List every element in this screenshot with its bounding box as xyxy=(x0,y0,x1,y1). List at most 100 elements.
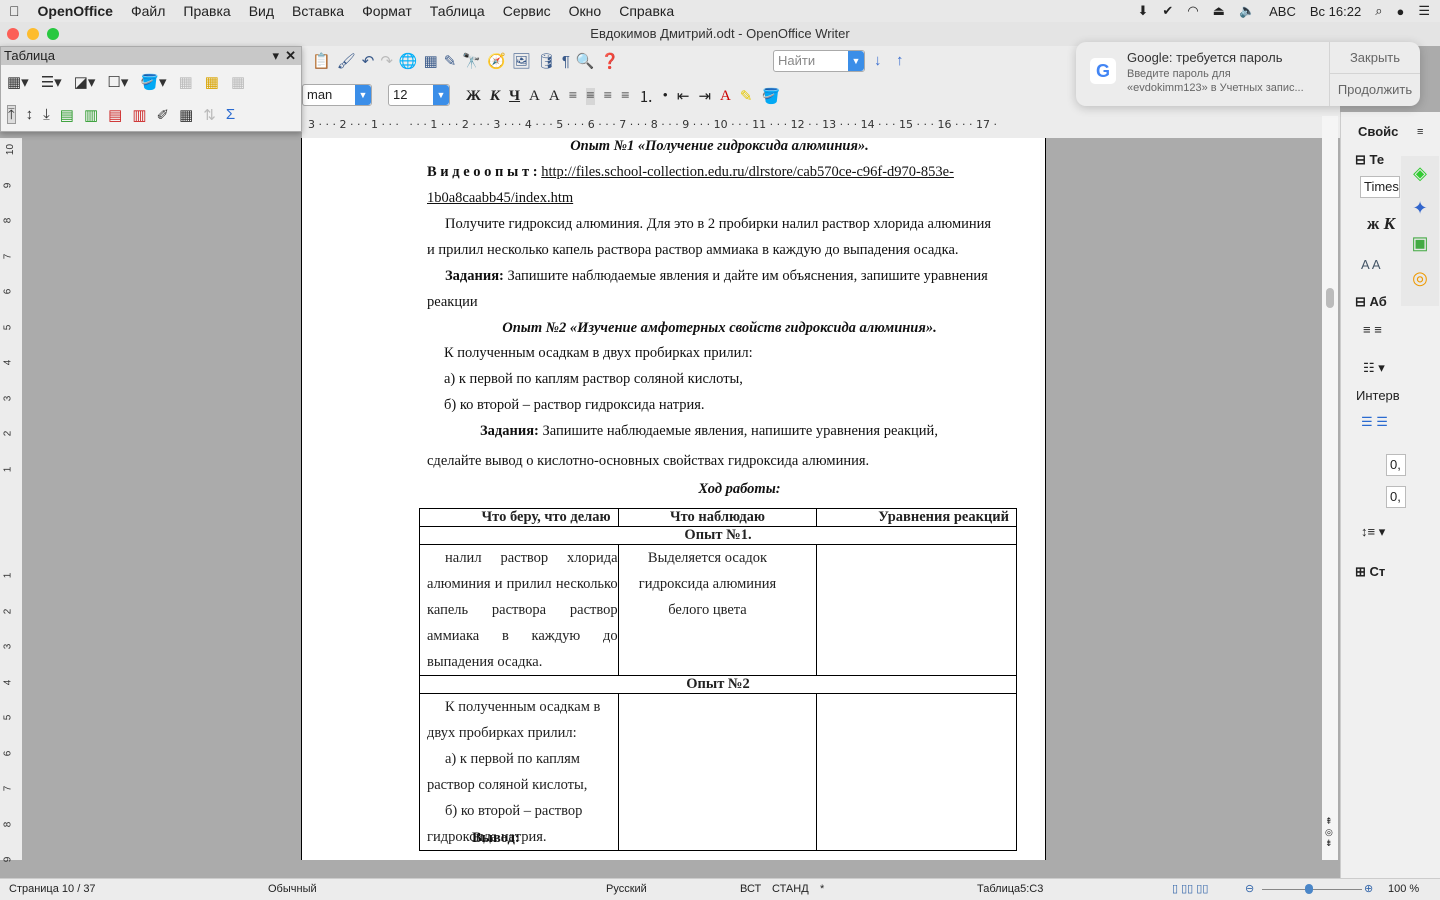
grow-font-icon[interactable]: A xyxy=(529,88,540,105)
properties-icon[interactable]: ◈ xyxy=(1401,156,1439,191)
table-cell[interactable] xyxy=(816,693,1017,851)
section-page[interactable]: Ст xyxy=(1370,564,1386,579)
section-paragraph[interactable]: Аб xyxy=(1370,294,1387,309)
table-properties-icon[interactable]: ✐ xyxy=(157,106,170,124)
collapse-icon[interactable]: ⊟ xyxy=(1355,294,1366,309)
bullets-icon[interactable]: • xyxy=(663,88,668,105)
zoom-slider-thumb[interactable] xyxy=(1305,884,1313,894)
spacing-above-input[interactable]: 0, xyxy=(1386,454,1406,476)
undo-icon[interactable]: ↶ xyxy=(362,52,375,70)
navigator-icon[interactable]: 🧭 xyxy=(487,52,506,70)
status-zoom[interactable]: 100 % xyxy=(1388,879,1419,899)
table-toolbar-header[interactable]: Таблица ▾ ✕ xyxy=(1,47,301,65)
datasources-icon[interactable]: 🛢 xyxy=(537,52,556,70)
align-left-icon[interactable]: ≡ xyxy=(569,88,577,105)
video-link[interactable]: http://files.school-collection.edu.ru/dl… xyxy=(541,164,954,180)
table-cell[interactable] xyxy=(816,544,1017,676)
siri-icon[interactable]: ● xyxy=(1396,4,1404,19)
document-page[interactable]: Опыт №1 «Получение гидроксида алюминия».… xyxy=(301,138,1046,860)
help-icon[interactable]: ❓ xyxy=(601,52,620,70)
redo-icon[interactable]: ↷ xyxy=(380,52,393,70)
align-top-icon[interactable]: ⤒ xyxy=(7,105,16,124)
table-header[interactable]: Что наблюдаю xyxy=(617,508,818,527)
table-cell[interactable] xyxy=(617,693,818,851)
optimize-icon[interactable]: ▦ xyxy=(179,106,193,124)
expand-icon[interactable]: ⊞ xyxy=(1355,564,1366,579)
justify-icon[interactable]: ≡ xyxy=(621,88,629,105)
chevron-down-icon[interactable]: ▼ xyxy=(433,85,449,105)
toolbar-menu-icon[interactable]: ▾ xyxy=(272,47,279,65)
line-spacing-icon[interactable]: ↕≡ ▾ xyxy=(1361,524,1385,540)
close-window-button[interactable] xyxy=(7,28,19,40)
sidebar-menu-icon[interactable]: ≡ xyxy=(1417,126,1423,138)
scrollbar-thumb[interactable] xyxy=(1326,288,1334,308)
menu-table[interactable]: Таблица xyxy=(421,3,494,19)
menu-tools[interactable]: Сервис xyxy=(494,3,560,19)
italic-button[interactable]: К xyxy=(490,88,500,105)
apple-icon[interactable]:  xyxy=(0,3,29,19)
numbering-icon[interactable]: ⒈ xyxy=(639,86,654,107)
eject-icon[interactable]: ⏏ xyxy=(1213,3,1225,19)
close-icon[interactable]: ✕ xyxy=(285,47,296,65)
align-bottom-icon[interactable]: ⤓ xyxy=(43,106,50,123)
sum-icon[interactable]: Σ xyxy=(226,106,235,123)
navigator-icon[interactable]: ◎ xyxy=(1401,261,1439,296)
insert-column-icon[interactable]: ▥ xyxy=(84,106,98,124)
sidebar-font-size-icons[interactable]: A A xyxy=(1361,257,1381,272)
line-style-icon[interactable]: ☰▾ xyxy=(41,73,62,91)
sidebar-bold-button[interactable]: ж xyxy=(1367,214,1379,233)
menu-view[interactable]: Вид xyxy=(240,3,283,19)
find-replace-icon[interactable]: 🔭 xyxy=(462,52,481,70)
find-input[interactable]: Найти ▼ xyxy=(773,50,865,72)
table-grid-icon[interactable]: ▦▾ xyxy=(7,73,29,91)
sidebar-list-icon[interactable]: ☷ ▾ xyxy=(1363,360,1385,376)
sidebar-spacing-icons[interactable]: ☰ ☰ xyxy=(1361,414,1388,430)
autoformat-icon[interactable]: ▦ xyxy=(231,73,245,91)
split-cells-icon[interactable]: ▦ xyxy=(205,73,219,91)
draw-icon[interactable]: ✎ xyxy=(444,52,457,70)
font-name-box[interactable]: man ▼ xyxy=(302,84,372,106)
section-character[interactable]: Те xyxy=(1370,152,1385,167)
table-cell[interactable]: Опыт №2 xyxy=(419,675,1017,694)
font-size-box[interactable]: 12 ▼ xyxy=(388,84,450,106)
table-header[interactable]: Что беру, что делаю xyxy=(419,508,619,527)
chevron-down-icon[interactable]: ▼ xyxy=(355,85,371,105)
highlight-icon[interactable]: ✎ xyxy=(740,87,753,106)
clone-format-icon[interactable]: 🖌 xyxy=(337,52,356,70)
notification-continue-button[interactable]: Продолжить xyxy=(1329,74,1420,106)
table-cell[interactable]: К полученным осадкам в двух пробирках пр… xyxy=(419,693,619,851)
styles-icon[interactable]: ✦ xyxy=(1401,191,1439,226)
underline-button[interactable]: Ч xyxy=(509,88,520,105)
gallery-icon[interactable]: ▣ xyxy=(1401,226,1439,261)
borders-icon[interactable]: ☐▾ xyxy=(107,73,128,91)
menu-format[interactable]: Формат xyxy=(353,3,421,19)
sidebar-align-icons[interactable]: ≡ ≡ xyxy=(1363,322,1382,337)
increase-indent-icon[interactable]: ⇥ xyxy=(698,87,711,106)
notification-close-button[interactable]: Закрыть xyxy=(1329,42,1420,74)
volume-icon[interactable]: 🔈 xyxy=(1239,3,1255,19)
menu-file[interactable]: Файл xyxy=(122,3,174,19)
sidebar-font-box[interactable]: Times xyxy=(1360,176,1400,198)
table-cell[interactable]: Выделяется осадок гидроксида алюминия бе… xyxy=(617,544,818,676)
table-background-icon[interactable]: 🪣▾ xyxy=(140,73,166,91)
border-color-icon[interactable]: ◪▾ xyxy=(74,73,96,91)
table-cell[interactable]: Опыт №1. xyxy=(419,526,1017,545)
status-selection-mode[interactable]: СТАНД xyxy=(772,879,809,899)
sort-icon[interactable]: ⇅ xyxy=(203,106,216,124)
delete-row-icon[interactable]: ▤ xyxy=(108,106,122,124)
clock[interactable]: Вс 16:22 xyxy=(1310,4,1361,19)
chevron-down-icon[interactable]: ▼ xyxy=(848,51,864,71)
zoom-in-icon[interactable]: ⊕ xyxy=(1364,879,1373,899)
check-icon[interactable]: ✔ xyxy=(1162,3,1173,19)
align-right-icon[interactable]: ≡ xyxy=(604,88,612,105)
minimize-window-button[interactable] xyxy=(27,28,39,40)
zoom-icon[interactable]: 🔍 xyxy=(576,52,595,70)
menu-edit[interactable]: Правка xyxy=(174,3,239,19)
find-next-icon[interactable]: ↓ xyxy=(874,52,882,69)
download-icon[interactable]: ⬇ xyxy=(1138,3,1149,19)
view-layout-icons[interactable]: ▯ ▯▯ ▯▯ xyxy=(1172,879,1208,899)
shrink-font-icon[interactable]: A xyxy=(549,88,560,105)
vertical-scrollbar[interactable]: ⇞ ◎ ⇟ xyxy=(1322,116,1338,860)
video-link-cont[interactable]: 1b0a8caabb45/index.htm xyxy=(427,190,573,206)
background-color-icon[interactable]: 🪣 xyxy=(761,87,780,106)
